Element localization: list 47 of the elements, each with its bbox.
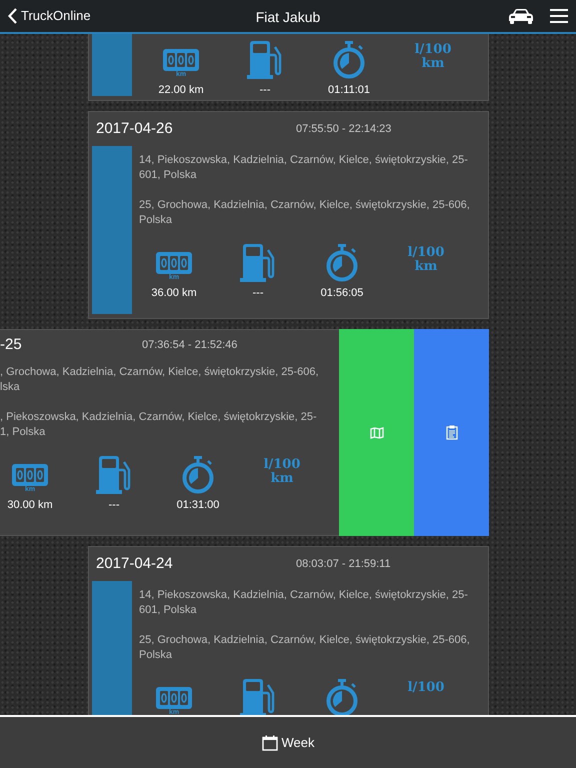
clipboard-icon bbox=[446, 425, 458, 440]
car-icon[interactable] bbox=[508, 8, 534, 24]
trip-card[interactable] bbox=[88, 111, 489, 319]
address-text: , Piekoszowska, Kadzielnia, Czarnów, Kielce, świętokrzyskie, 25- bbox=[0, 410, 318, 425]
stopwatch-icon bbox=[181, 456, 215, 494]
map-icon bbox=[370, 426, 384, 438]
trip-card[interactable] bbox=[0, 329, 339, 536]
trip-date: 2017-04-24 bbox=[96, 554, 174, 574]
address-text: 1, Polska bbox=[0, 425, 46, 440]
fuel-pump-icon bbox=[96, 456, 132, 494]
back-link[interactable]: TruckOnline bbox=[8, 6, 91, 26]
calendar-icon bbox=[262, 734, 278, 750]
trip-time-range: 07:55:50 - 22:14:23 bbox=[296, 122, 392, 137]
duration-value: 01:11:01 bbox=[326, 83, 371, 96]
fuel-pump-icon bbox=[240, 244, 276, 282]
duration-value: 01:31:00 bbox=[176, 498, 220, 511]
back-chevron-icon bbox=[8, 8, 17, 24]
consumption-unit-label: l/100 km bbox=[406, 246, 446, 274]
address-text: lska bbox=[0, 380, 21, 395]
trip-color-bar bbox=[92, 34, 132, 96]
fuel-value: --- bbox=[108, 498, 120, 511]
stopwatch-icon bbox=[325, 244, 359, 282]
duration-value: 01:56:05 bbox=[320, 286, 364, 299]
stopwatch-icon bbox=[332, 41, 366, 79]
week-button[interactable]: Week bbox=[262, 732, 314, 752]
page-title: Fiat Jakub bbox=[256, 8, 320, 27]
trip-time-range: 07:36:54 - 21:52:46 bbox=[142, 338, 238, 353]
stopwatch-icon bbox=[325, 679, 359, 715]
distance-value: 22.00 km bbox=[157, 83, 205, 96]
address-text: , Grochowa, Kadzielnia, Czarnów, Kielce, świętokrzyskie, 25-606, bbox=[0, 365, 320, 380]
distance-value: 36.00 km bbox=[150, 286, 198, 299]
distance-value: 30.00 km bbox=[6, 498, 54, 511]
fuel-pump-icon bbox=[247, 41, 283, 79]
consumption-unit-label: l/100 km bbox=[414, 43, 452, 71]
fuel-value: --- bbox=[252, 286, 264, 299]
address-text: 25, Grochowa, Kadzielnia, Czarnów, Kielce, świętokrzyskie, 25-606, Polska bbox=[139, 198, 471, 228]
clipboard-button[interactable] bbox=[414, 329, 489, 536]
trip-date: 2017-04-26 bbox=[96, 118, 174, 139]
trip-time-range: 08:03:07 - 21:59:11 bbox=[296, 556, 391, 572]
address-text: 25, Grochowa, Kadzielnia, Czarnów, Kielce, świętokrzyskie, 25-606, Polska bbox=[139, 633, 471, 663]
address-text: 14, Piekoszowska, Kadzielnia, Czarnów, Kielce, świętokrzyskie, 25-601, Polska bbox=[139, 588, 469, 618]
menu-icon[interactable] bbox=[550, 9, 568, 23]
address-text: 14, Piekoszowska, Kadzielnia, Czarnów, Kielce, świętokrzyskie, 25-601, Polska bbox=[139, 153, 469, 183]
consumption-unit-label: l/100 bbox=[406, 681, 446, 695]
fuel-value: --- bbox=[258, 83, 272, 96]
trip-date: -25 bbox=[0, 334, 23, 355]
consumption-unit-label: l/100 km bbox=[262, 458, 302, 486]
